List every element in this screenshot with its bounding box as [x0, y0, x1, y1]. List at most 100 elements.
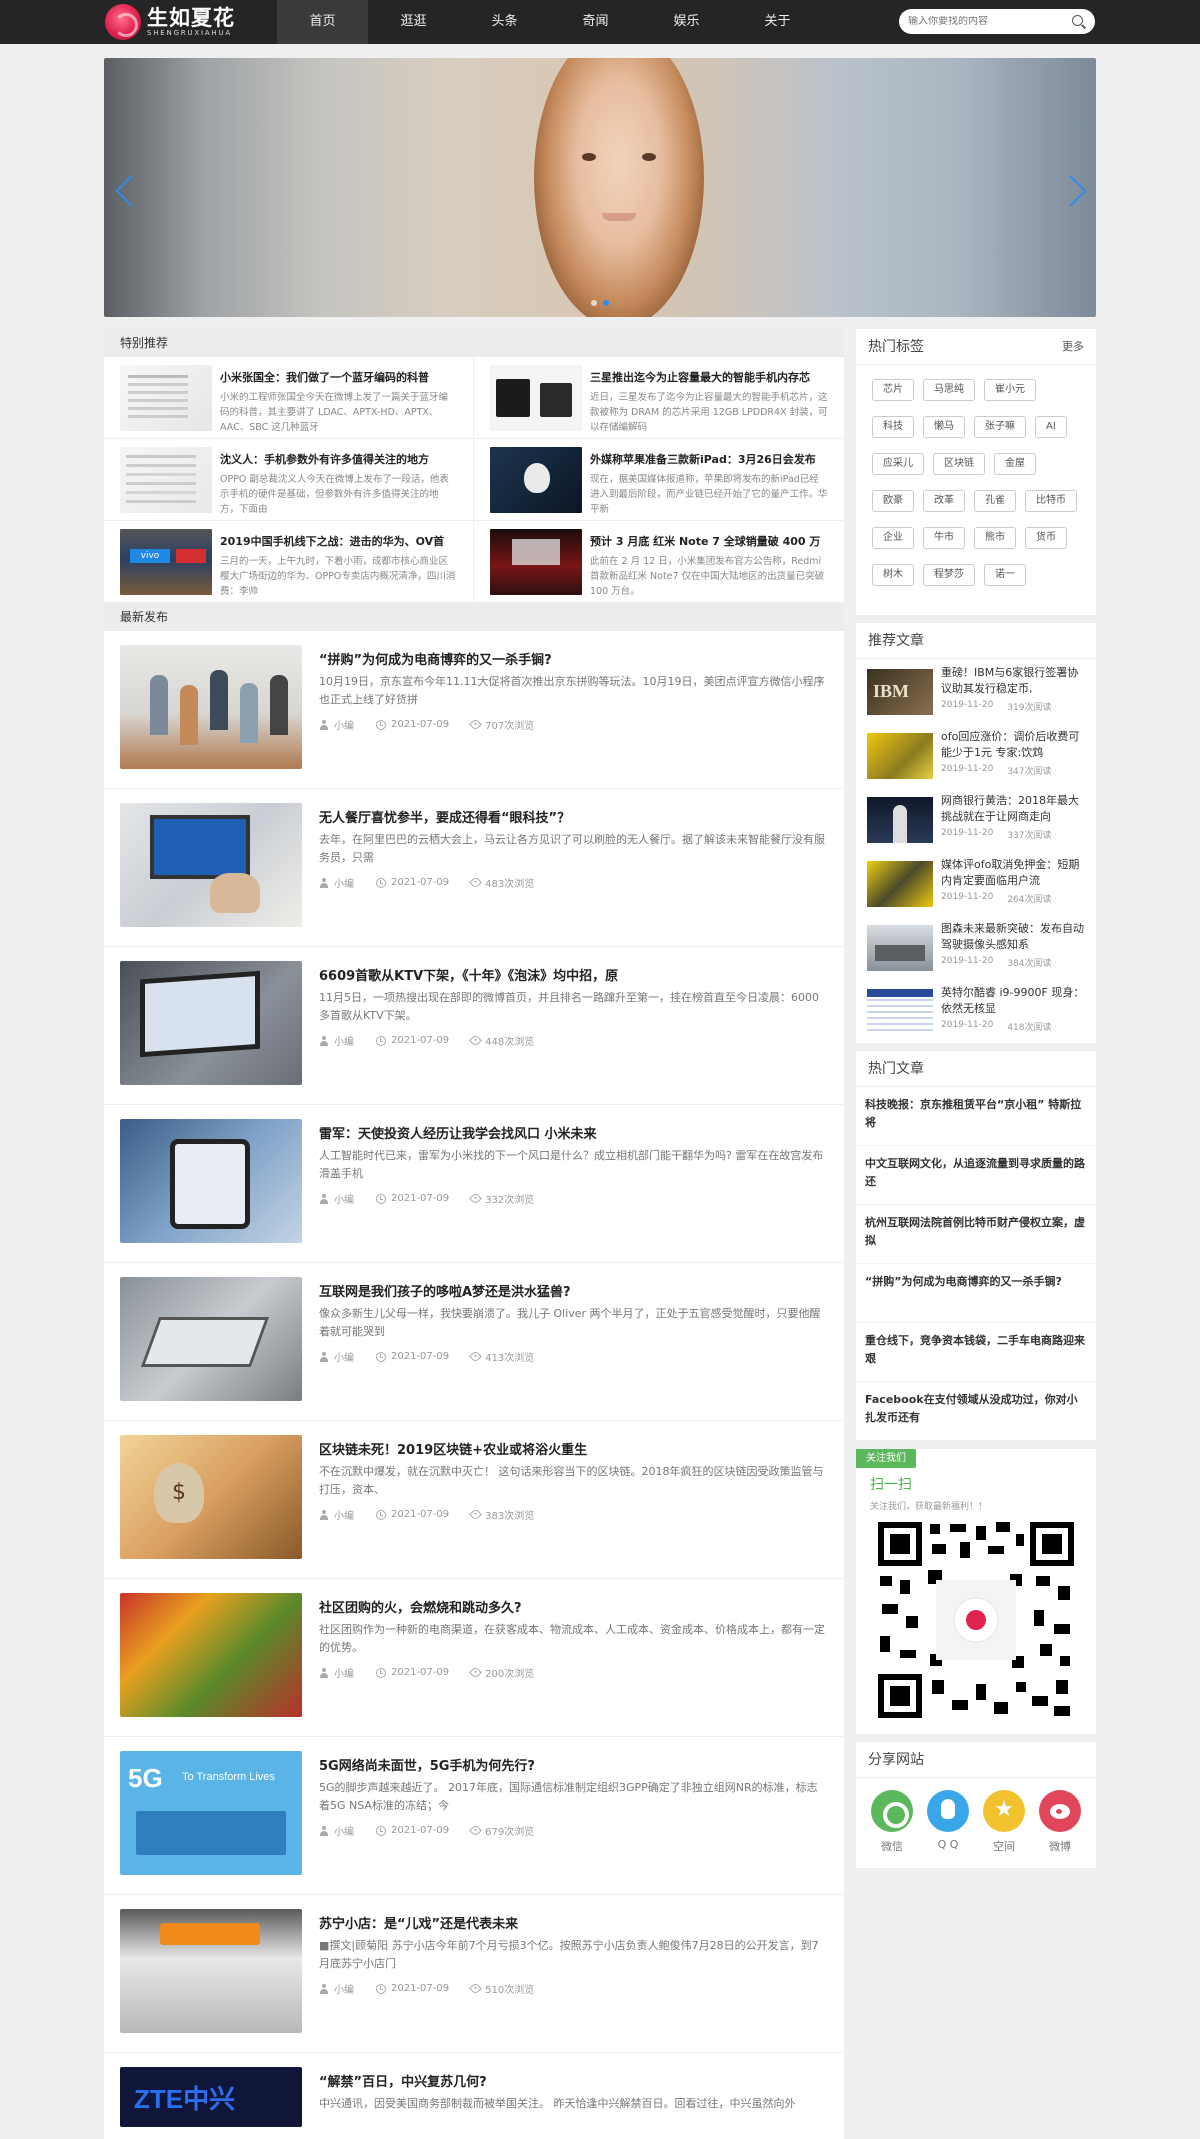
tag-item[interactable]: 应采儿: [872, 453, 924, 475]
post-item[interactable]: 5G To Transform Lives 5G网络尚未面世，5G手机为何先行?…: [104, 1737, 844, 1895]
post-item[interactable]: ZTE中兴 “解禁”百日，中兴复苏几何? 中兴通讯，因受美国商务部制裁而被举国关…: [104, 2053, 844, 2139]
recommended-thumbnail[interactable]: [867, 797, 933, 843]
tag-item[interactable]: 金屋: [994, 453, 1036, 475]
hot-article-item[interactable]: 中文互联网文化，从追逐流量到寻求质量的路还: [856, 1146, 1096, 1205]
tag-item[interactable]: 张子嘛: [974, 416, 1026, 438]
post-thumbnail[interactable]: ZTE中兴: [120, 2067, 302, 2127]
recommended-thumbnail[interactable]: [867, 989, 933, 1035]
post-title[interactable]: 5G网络尚未面世，5G手机为何先行?: [319, 1757, 828, 1777]
tag-item[interactable]: 货币: [1025, 527, 1067, 549]
post-title[interactable]: 区块链未死！2019区块链+农业或将浴火重生: [319, 1441, 828, 1461]
recommended-thumbnail[interactable]: [867, 733, 933, 779]
featured-item[interactable]: 小米张国全：我们做了一个蓝牙编码的科普 小米的工程师张国全今天在微博上发了一篇关…: [104, 357, 474, 439]
banner-dot[interactable]: [591, 300, 597, 306]
featured-thumbnail[interactable]: [120, 447, 212, 513]
post-title[interactable]: “拼购”为何成为电商博弈的又一杀手锏?: [319, 651, 828, 671]
featured-thumbnail[interactable]: [490, 365, 582, 431]
featured-item-title[interactable]: 2019中国手机线下之战：进击的华为、OV首: [220, 533, 457, 551]
banner-dot-active[interactable]: [603, 300, 609, 306]
tag-item[interactable]: 熊市: [974, 527, 1016, 549]
recommended-thumbnail[interactable]: [867, 861, 933, 907]
post-title[interactable]: 苏宁小店：是“儿戏”还是代表未来: [319, 1915, 828, 1935]
recommended-item-title[interactable]: 图森未来最新突破：发布自动驾驶摄像头感知系: [941, 921, 1085, 953]
post-title[interactable]: 雷军：天使投资人经历让我学会找风口 小米未来: [319, 1125, 828, 1145]
share-qq-button[interactable]: Q Q: [927, 1790, 969, 1854]
post-item[interactable]: 6609首歌从KTV下架，《十年》《泡沫》均中招，原 11月5日，一项热搜出现在…: [104, 947, 844, 1105]
post-title[interactable]: “解禁”百日，中兴复苏几何?: [319, 2073, 828, 2093]
nav-item-entertainment[interactable]: 娱乐: [641, 0, 732, 44]
post-title[interactable]: 互联网是我们孩子的哆啦A梦还是洪水猛兽?: [319, 1283, 828, 1303]
tag-item[interactable]: 牛市: [923, 527, 965, 549]
featured-item-title[interactable]: 小米张国全：我们做了一个蓝牙编码的科普: [220, 369, 457, 387]
featured-thumbnail[interactable]: [120, 365, 212, 431]
share-weibo-button[interactable]: 微博: [1039, 1790, 1081, 1854]
recommended-item-title[interactable]: ofo回应涨价：调价后收费可能少于1元 专家:饮鸩: [941, 729, 1085, 761]
featured-item-title[interactable]: 三星推出迄今为止容量最大的智能手机内存芯: [590, 369, 828, 387]
tag-item[interactable]: 比特币: [1025, 490, 1077, 512]
recommended-item[interactable]: ofo回应涨价：调价后收费可能少于1元 专家:饮鸩 2019-11-20 347次…: [856, 723, 1096, 787]
nav-item-oddities[interactable]: 奇闻: [550, 0, 641, 44]
post-thumbnail[interactable]: [120, 961, 302, 1085]
post-title[interactable]: 无人餐厅喜忧参半，要成还得看“眼科技”？: [319, 809, 828, 829]
featured-item-title[interactable]: 预计 3 月底 红米 Note 7 全球销量破 400 万: [590, 533, 828, 551]
post-thumbnail[interactable]: [120, 645, 302, 769]
post-item[interactable]: 无人餐厅喜忧参半，要成还得看“眼科技”？ 去年，在阿里巴巴的云栖大会上，马云让各…: [104, 789, 844, 947]
post-title[interactable]: 社区团购的火，会燃烧和跳动多久?: [319, 1599, 828, 1619]
tag-item[interactable]: 诺一: [984, 564, 1026, 586]
hot-article-item[interactable]: Facebook在支付领域从没成功过，你对小扎发币还有: [856, 1382, 1096, 1441]
recommended-item[interactable]: 英特尔酷睿 i9-9900F 现身：依然无核显 2019-11-20 418次阅读: [856, 979, 1096, 1043]
banner-next-arrow-icon[interactable]: [1066, 172, 1088, 212]
tag-item[interactable]: 树木: [872, 564, 914, 586]
hot-article-item[interactable]: “拼购”为何成为电商博弈的又一杀手锏?: [856, 1264, 1096, 1323]
featured-thumbnail[interactable]: [490, 529, 582, 595]
share-qzone-button[interactable]: 空间: [983, 1790, 1025, 1854]
recommended-item-title[interactable]: 网商银行黄浩：2018年最大挑战就在于让网商走向: [941, 793, 1085, 825]
site-logo[interactable]: 生如夏花 SHENGRUXIAHUA: [105, 0, 270, 44]
banner-prev-arrow-icon[interactable]: [112, 172, 134, 212]
recommended-item[interactable]: 媒体评ofo取消免押金：短期内肯定要面临用户流 2019-11-20 264次阅读: [856, 851, 1096, 915]
featured-item[interactable]: vivo 2019中国手机线下之战：进击的华为、OV首 三月的一天，上午九时，下…: [104, 521, 474, 603]
post-item[interactable]: 苏宁小店：是“儿戏”还是代表未来 ■撰文|顾菊阳 苏宁小店今年前7个月亏损3个亿…: [104, 1895, 844, 2053]
tag-item[interactable]: 懒马: [923, 416, 965, 438]
recommended-item[interactable]: 图森未来最新突破：发布自动驾驶摄像头感知系 2019-11-20 384次阅读: [856, 915, 1096, 979]
post-item[interactable]: 互联网是我们孩子的哆啦A梦还是洪水猛兽? 像众多新生儿父母一样，我快要崩溃了。我…: [104, 1263, 844, 1421]
recommended-item[interactable]: 网商银行黄浩：2018年最大挑战就在于让网商走向 2019-11-20 337次阅…: [856, 787, 1096, 851]
post-item[interactable]: $ 区块链未死！2019区块链+农业或将浴火重生 不在沉默中爆发，就在沉默中灭亡…: [104, 1421, 844, 1579]
nav-item-home[interactable]: 首页: [277, 0, 368, 44]
featured-item[interactable]: 沈义人：手机参数外有许多值得关注的地方 OPPO 副总裁沈义人今天在微博上发布了…: [104, 439, 474, 521]
search-input[interactable]: [908, 16, 1068, 27]
tag-item[interactable]: 区块链: [933, 453, 985, 475]
featured-thumbnail[interactable]: [490, 447, 582, 513]
post-thumbnail[interactable]: 5G To Transform Lives: [120, 1751, 302, 1875]
post-title[interactable]: 6609首歌从KTV下架，《十年》《泡沫》均中招，原: [319, 967, 828, 987]
featured-item[interactable]: 预计 3 月底 红米 Note 7 全球销量破 400 万 此前在 2 月 12…: [474, 521, 844, 603]
recommended-item[interactable]: IBM 重磅！IBM与6家银行签署协议助其发行稳定币, 2019-11-20 31…: [856, 659, 1096, 723]
post-item[interactable]: 社区团购的火，会燃烧和跳动多久? 社区团购作为一种新的电商渠道，在获客成本、物流…: [104, 1579, 844, 1737]
tag-item[interactable]: AI: [1035, 416, 1067, 438]
featured-item[interactable]: 三星推出迄今为止容量最大的智能手机内存芯 近日，三星发布了迄今为止容量最大的智能…: [474, 357, 844, 439]
featured-thumbnail[interactable]: vivo: [120, 529, 212, 595]
nav-item-headlines[interactable]: 头条: [459, 0, 550, 44]
post-thumbnail[interactable]: [120, 1277, 302, 1401]
recommended-thumbnail[interactable]: [867, 925, 933, 971]
recommended-thumbnail[interactable]: IBM: [867, 669, 933, 715]
tag-item[interactable]: 企业: [872, 527, 914, 549]
featured-item-title[interactable]: 外媒称苹果准备三款新iPad：3月26日会发布: [590, 451, 828, 469]
featured-item-title[interactable]: 沈义人：手机参数外有许多值得关注的地方: [220, 451, 457, 469]
tag-item[interactable]: 科技: [872, 416, 914, 438]
share-wechat-button[interactable]: 微信: [871, 1790, 913, 1854]
post-thumbnail[interactable]: [120, 803, 302, 927]
recommended-item-title[interactable]: 英特尔酷睿 i9-9900F 现身：依然无核显: [941, 985, 1085, 1017]
tag-item[interactable]: 孔雀: [974, 490, 1016, 512]
search-icon[interactable]: [1072, 14, 1086, 29]
recommended-item-title[interactable]: 媒体评ofo取消免押金：短期内肯定要面临用户流: [941, 857, 1085, 889]
hot-article-item[interactable]: 重仓线下，竞争资本钱袋，二手车电商路迎来艰: [856, 1323, 1096, 1382]
hot-tags-more-link[interactable]: 更多: [1062, 329, 1084, 364]
featured-item[interactable]: 外媒称苹果准备三款新iPad：3月26日会发布 现在，据美国媒体报道称，苹果即将…: [474, 439, 844, 521]
tag-item[interactable]: 程梦莎: [923, 564, 975, 586]
hot-article-item[interactable]: 杭州互联网法院首例比特币财产侵权立案，虚拟: [856, 1205, 1096, 1264]
tag-item[interactable]: 崔小元: [984, 379, 1036, 401]
hero-banner[interactable]: [104, 58, 1096, 317]
post-thumbnail[interactable]: [120, 1909, 302, 2033]
tag-item[interactable]: 欧豪: [872, 490, 914, 512]
